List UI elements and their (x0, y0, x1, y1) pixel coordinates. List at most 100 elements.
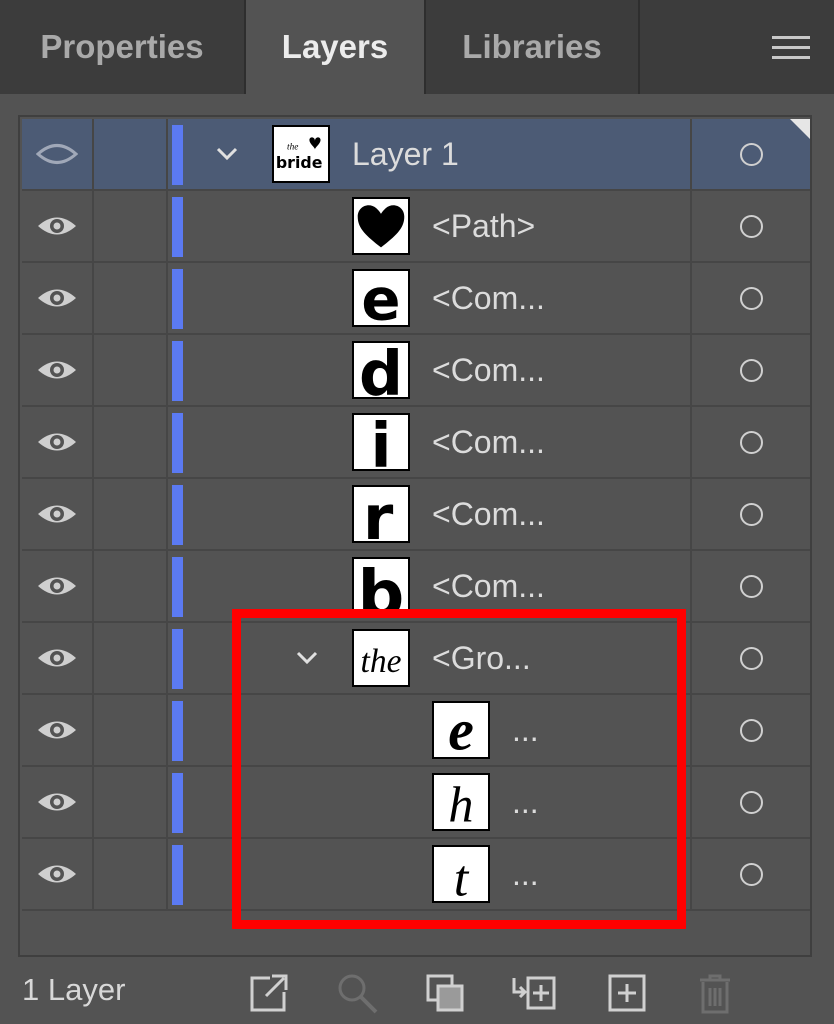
locate-object-icon (334, 970, 380, 1016)
target-circle-icon (739, 862, 763, 886)
layer-thumbnail: i (352, 413, 410, 471)
visibility-toggle[interactable] (22, 479, 94, 549)
layer-count: 1 Layer (22, 972, 126, 1007)
target-toggle[interactable] (690, 839, 810, 909)
target-circle-icon (739, 286, 763, 310)
eye-icon (38, 217, 76, 235)
layer-color-swatch (172, 629, 183, 689)
panel-footer: 1 Layer (0, 962, 834, 1024)
eye-icon (38, 721, 76, 739)
target-toggle[interactable] (690, 407, 810, 477)
layer-row-layer-1[interactable]: the bride Layer 1 (22, 119, 810, 191)
target-circle-icon (739, 790, 763, 814)
eye-icon (38, 793, 76, 811)
target-toggle[interactable] (690, 551, 810, 621)
chevron-down-icon[interactable] (214, 141, 240, 167)
lock-toggle[interactable] (94, 551, 168, 621)
visibility-toggle[interactable] (22, 263, 94, 333)
visibility-toggle[interactable] (22, 695, 94, 765)
layer-color-swatch (172, 701, 183, 761)
tab-libraries[interactable]: Libraries (424, 0, 640, 94)
layer-color-swatch (172, 125, 183, 185)
layer-name[interactable]: <Com... (432, 479, 545, 549)
target-toggle[interactable] (690, 263, 810, 333)
lock-toggle[interactable] (94, 263, 168, 333)
create-sublayer-icon[interactable] (510, 970, 556, 1016)
layer-name[interactable]: <Com... (432, 407, 545, 477)
target-circle-icon (739, 142, 763, 166)
target-circle-icon (739, 718, 763, 742)
thumb-letter: d (359, 343, 403, 397)
create-new-layer-icon[interactable] (604, 970, 650, 1016)
visibility-toggle[interactable] (22, 335, 94, 405)
tab-properties[interactable]: Properties (0, 0, 246, 94)
thumb-letter: e (361, 271, 400, 325)
layer-color-swatch (172, 485, 183, 545)
delete-icon (692, 970, 738, 1016)
lock-toggle[interactable] (94, 767, 168, 837)
target-circle-icon (739, 358, 763, 382)
lock-toggle[interactable] (94, 191, 168, 261)
layer-thumbnail: r (352, 485, 410, 543)
target-toggle[interactable] (690, 623, 810, 693)
layer-name[interactable]: Layer 1 (352, 119, 459, 189)
selection-corner-indicator (790, 119, 810, 139)
target-toggle[interactable] (690, 479, 810, 549)
eye-icon (38, 289, 76, 307)
layer-color-swatch (172, 773, 183, 833)
lock-toggle[interactable] (94, 407, 168, 477)
target-circle-icon (739, 574, 763, 598)
visibility-toggle[interactable] (22, 839, 94, 909)
eye-icon (38, 433, 76, 451)
layer-row[interactable]: <Path> (22, 191, 810, 263)
layer-row[interactable]: r <Com... (22, 479, 810, 551)
target-toggle[interactable] (690, 191, 810, 261)
layer-color-swatch (172, 845, 183, 905)
lock-toggle[interactable] (94, 623, 168, 693)
tab-layers[interactable]: Layers (246, 0, 424, 94)
lock-toggle[interactable] (94, 695, 168, 765)
lock-toggle[interactable] (94, 119, 168, 189)
visibility-toggle[interactable] (22, 191, 94, 261)
target-toggle[interactable] (690, 695, 810, 765)
visibility-toggle[interactable] (22, 119, 94, 189)
eye-icon (38, 577, 76, 595)
visibility-toggle[interactable] (22, 767, 94, 837)
layer-color-swatch (172, 269, 183, 329)
target-circle-icon (739, 646, 763, 670)
thumb-letter: r (363, 487, 394, 541)
visibility-toggle[interactable] (22, 551, 94, 621)
layer-name[interactable]: <Com... (432, 263, 545, 333)
target-toggle[interactable] (690, 767, 810, 837)
eye-icon (38, 361, 76, 379)
layer-color-swatch (172, 413, 183, 473)
layer-thumbnail: e (352, 269, 410, 327)
layer-name[interactable]: <Path> (432, 191, 535, 261)
hamburger-menu-icon[interactable] (772, 36, 810, 62)
layer-thumbnail: d (352, 341, 410, 399)
highlight-annotation-box (232, 609, 686, 929)
thumb-letter: b (358, 559, 405, 613)
eye-icon (38, 505, 76, 523)
panel-tab-bar: Properties Layers Libraries (0, 0, 834, 94)
target-toggle[interactable] (690, 335, 810, 405)
layer-row[interactable]: d <Com... (22, 335, 810, 407)
thumb-text-bride: bride (276, 153, 323, 172)
eye-icon (38, 649, 76, 667)
visibility-toggle[interactable] (22, 407, 94, 477)
eye-icon (38, 865, 76, 883)
lock-toggle[interactable] (94, 839, 168, 909)
eye-icon (36, 144, 78, 164)
lock-toggle[interactable] (94, 335, 168, 405)
layer-thumbnail (352, 197, 410, 255)
target-circle-icon (739, 430, 763, 454)
layer-row[interactable]: i <Com... (22, 407, 810, 479)
layer-color-swatch (172, 197, 183, 257)
export-for-screens-icon[interactable] (244, 970, 290, 1016)
layer-row[interactable]: e <Com... (22, 263, 810, 335)
layer-name[interactable]: <Com... (432, 335, 545, 405)
target-circle-icon (739, 502, 763, 526)
make-clipping-mask-icon[interactable] (422, 970, 468, 1016)
lock-toggle[interactable] (94, 479, 168, 549)
visibility-toggle[interactable] (22, 623, 94, 693)
